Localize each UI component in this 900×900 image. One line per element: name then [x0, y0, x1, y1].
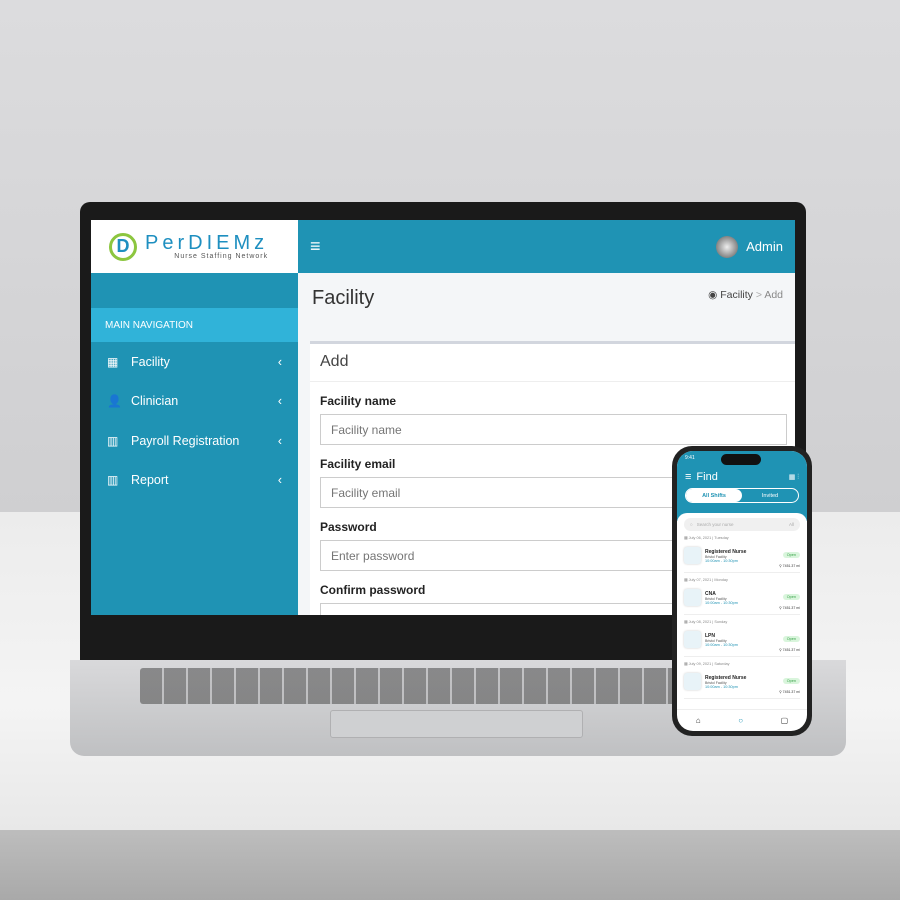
building-icon: ▥ — [107, 473, 119, 488]
calendar-icon: ▦ — [684, 620, 688, 624]
menu-icon[interactable]: ≡ — [685, 471, 691, 483]
hospital-icon: ▦ — [107, 354, 119, 369]
shift-list: ○ Search your nurse All ▦ July 06, 2021 … — [677, 513, 807, 709]
nav-header: MAIN NAVIGATION — [91, 308, 298, 342]
chevron-left-icon: ‹ — [277, 354, 282, 369]
facility-name-input[interactable] — [320, 414, 787, 445]
breadcrumb-add: Add — [764, 289, 783, 301]
facility-thumbnail — [684, 673, 701, 690]
chevron-left-icon: ‹ — [277, 473, 282, 488]
status-time: 9:41 — [685, 455, 695, 461]
sidebar-item-label: Clinician — [131, 394, 179, 409]
trackpad — [330, 710, 583, 738]
sidebar-item-label: Payroll Registration — [131, 433, 240, 448]
user-menu[interactable]: Admin — [716, 235, 783, 258]
page-title: Facility — [312, 287, 375, 309]
dashboard-icon: ◉ — [708, 289, 718, 301]
sidebar-item-label: Report — [131, 473, 169, 488]
filter-dropdown[interactable]: All — [789, 522, 794, 527]
calendar-filter-icon[interactable]: ▦ ⫶ — [789, 473, 799, 482]
hamburger-menu-icon[interactable]: ≡ — [310, 236, 321, 257]
calendar-icon: ▦ — [684, 578, 688, 582]
sidebar-item-facility[interactable]: ▦ Facility ‹ — [91, 342, 298, 382]
building-icon: ▥ — [107, 433, 119, 448]
sidebar-item-clinician[interactable]: 👤 Clinician ‹ — [91, 382, 298, 422]
sidebar-item-report[interactable]: ▥ Report ‹ — [91, 461, 298, 501]
phone-screen: 9:41 ≡ Find ▦ ⫶ All Shifts Invited ○ Sea… — [677, 451, 807, 731]
status-badge: Open — [782, 552, 800, 558]
location-pin-icon: ⚲ — [779, 690, 782, 694]
sidebar-item-label: Facility — [131, 354, 170, 369]
breadcrumb: ◉ Facility > Add — [708, 289, 783, 301]
shift-date: July 07, 2021 — [688, 578, 712, 582]
search-tab-icon[interactable]: ○ — [738, 716, 743, 725]
facility-thumbnail — [684, 589, 701, 606]
search-icon: ○ — [690, 522, 693, 527]
shift-distance: 7451.37 mi — [782, 606, 800, 610]
shift-distance: 7451.37 mi — [782, 648, 800, 652]
inbox-icon[interactable]: ▢ — [781, 716, 789, 725]
phone-header: 9:41 ≡ Find ▦ ⫶ All Shifts Invited — [677, 451, 807, 521]
tab-invited[interactable]: Invited — [742, 489, 798, 502]
facility-name-label: Facility name — [320, 394, 397, 408]
shift-date: July 06, 2021 — [688, 536, 712, 540]
shift-tabs: All Shifts Invited — [685, 488, 799, 503]
shift-card[interactable]: ▦ July 08, 2021 | Sunday LPN Bristol Faci… — [684, 615, 800, 657]
brand-tagline: Nurse Staffing Network — [174, 253, 269, 260]
home-icon[interactable]: ⌂ — [696, 716, 701, 725]
shift-day: Sunday — [714, 620, 728, 624]
location-pin-icon: ⚲ — [779, 606, 782, 610]
breadcrumb-facility[interactable]: Facility — [720, 289, 753, 301]
chevron-left-icon: ‹ — [277, 433, 282, 448]
avatar — [716, 235, 739, 258]
logo[interactable]: D PerDIEMz Nurse Staffing Network — [91, 220, 298, 273]
shift-distance: 7451.37 mi — [782, 690, 800, 694]
dynamic-island — [721, 454, 761, 465]
shift-hours: 10:00am - 10:30pm — [705, 558, 738, 563]
calendar-icon: ▦ — [684, 662, 688, 666]
status-badge: Open — [782, 678, 800, 684]
sidebar-item-payroll-registration[interactable]: ▥ Payroll Registration ‹ — [91, 421, 298, 461]
status-badge: Open — [782, 594, 800, 600]
shift-hours: 10:00am - 10:30pm — [705, 600, 738, 605]
table-edge — [0, 830, 900, 900]
brand-name: PerDIEMz — [145, 232, 269, 254]
shift-date: July 08, 2021 — [688, 620, 712, 624]
shift-day: Saturday — [714, 662, 730, 666]
user-doctor-icon: 👤 — [107, 394, 122, 409]
search-input[interactable]: ○ Search your nurse All — [684, 518, 800, 531]
bottom-tab-bar: ⌂ ○ ▢ — [677, 709, 807, 731]
shift-card[interactable]: ▦ July 06, 2021 | Tuesday Registered Nur… — [684, 531, 800, 573]
shift-card[interactable]: ▦ July 07, 2021 | Monday CNA Bristol Faci… — [684, 573, 800, 615]
form-title: Add — [310, 344, 795, 382]
chevron-left-icon: ‹ — [277, 394, 282, 409]
top-bar: ≡ Admin — [298, 220, 795, 273]
shift-card[interactable]: ▦ July 09, 2021 | Saturday Registered Nu… — [684, 657, 800, 699]
facility-thumbnail — [684, 631, 701, 648]
phone: 9:41 ≡ Find ▦ ⫶ All Shifts Invited ○ Sea… — [672, 446, 812, 736]
shift-role: Registered Nurse — [705, 548, 747, 555]
tab-all-shifts[interactable]: All Shifts — [686, 489, 742, 502]
facility-thumbnail — [684, 547, 701, 564]
stethoscope-logo-icon: D — [109, 232, 137, 261]
shift-date: July 09, 2021 — [688, 662, 712, 666]
shift-day: Monday — [714, 578, 728, 582]
location-pin-icon: ⚲ — [779, 564, 782, 568]
location-pin-icon: ⚲ — [779, 648, 782, 652]
shift-role: Registered Nurse — [705, 674, 747, 681]
calendar-icon: ▦ — [684, 536, 688, 540]
sidebar: MAIN NAVIGATION ▦ Facility ‹ 👤 Clinician ‹ ▥… — [91, 273, 298, 615]
phone-title: Find — [696, 471, 718, 483]
shift-hours: 10:00am - 10:30pm — [705, 684, 738, 689]
user-name: Admin — [746, 239, 783, 254]
shift-day: Tuesday — [714, 536, 729, 540]
shift-hours: 10:00am - 10:30pm — [705, 642, 738, 647]
shift-distance: 7451.37 mi — [782, 564, 800, 568]
search-placeholder: Search your nurse — [696, 522, 734, 527]
status-badge: Open — [782, 636, 800, 642]
